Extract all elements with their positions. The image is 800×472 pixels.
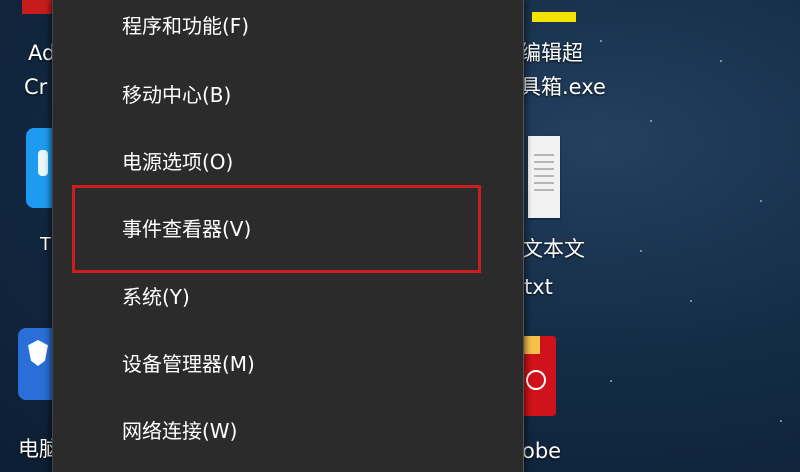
desktop-icon-label[interactable]: 具箱.exe	[520, 70, 606, 104]
desktop-icon-label[interactable]: T	[40, 228, 51, 262]
adobe-pdf-fold	[522, 336, 540, 354]
desktop-icon-label[interactable]: obe	[522, 434, 561, 468]
menu-item-network-connections[interactable]: 网络连接(W)	[53, 400, 523, 458]
desktop-icon-label[interactable]: 文本文	[522, 232, 585, 266]
menu-item-programs-features[interactable]: 程序和功能(F)	[53, 0, 523, 53]
desktop-icon-label[interactable]: Cr	[24, 70, 47, 104]
acrobat-red-icon[interactable]	[22, 0, 52, 14]
menu-item-power-options[interactable]: 电源选项(O)	[53, 131, 523, 189]
menu-item-event-viewer[interactable]: 事件查看器(V)	[53, 198, 523, 256]
menu-item-device-manager[interactable]: 设备管理器(M)	[53, 333, 523, 391]
context-menu: 程序和功能(F) 移动中心(B) 电源选项(O) 事件查看器(V) 系统(Y) …	[52, 0, 524, 472]
adobe-pdf-glyph	[526, 370, 546, 390]
teamviewer-icon-glyph	[38, 150, 48, 176]
star-decoration	[690, 300, 692, 302]
desktop-icon-label[interactable]: 编辑超	[520, 36, 583, 70]
text-document-lines	[534, 154, 554, 194]
star-decoration	[780, 420, 782, 422]
star-decoration	[640, 250, 642, 252]
star-decoration	[600, 40, 602, 42]
menu-item-mobility-center[interactable]: 移动中心(B)	[53, 64, 523, 122]
star-decoration	[720, 60, 722, 62]
exe-app-icon[interactable]	[532, 12, 576, 22]
star-decoration	[610, 380, 612, 382]
menu-item-system[interactable]: 系统(Y)	[53, 266, 523, 324]
star-decoration	[650, 120, 652, 122]
desktop-icon-label[interactable]: txt	[524, 270, 553, 304]
star-decoration	[760, 200, 762, 202]
